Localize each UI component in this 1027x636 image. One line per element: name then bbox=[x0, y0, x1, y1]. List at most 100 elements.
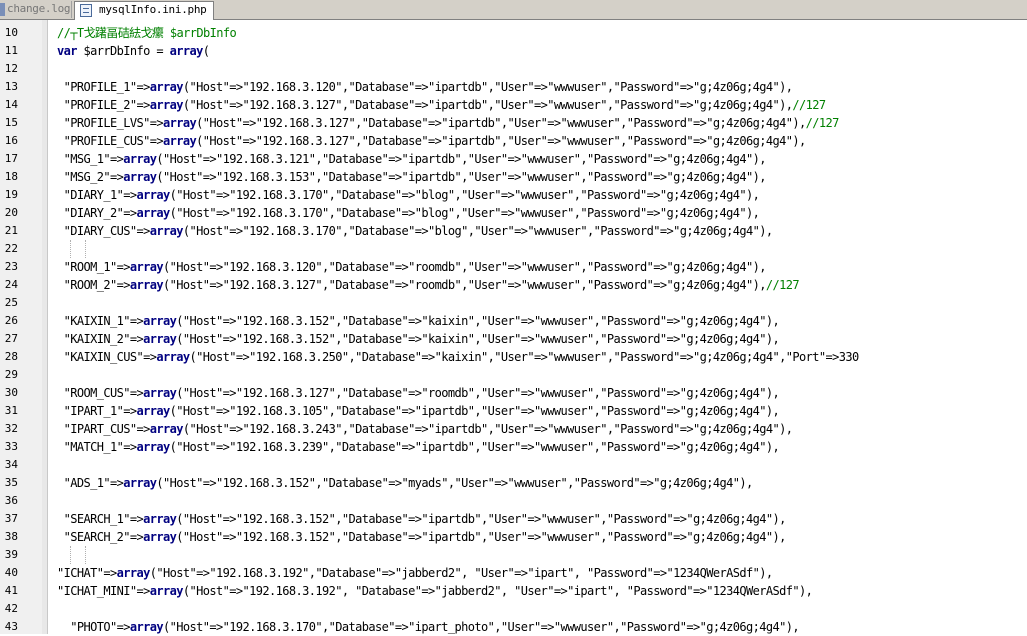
line-number: 41 bbox=[4, 584, 18, 597]
code-line[interactable]: 30 "ROOM_CUS"=>array("Host"=>"192.168.3.… bbox=[0, 384, 1027, 402]
line-number: 29 bbox=[4, 368, 18, 381]
code-editor[interactable]: 10 //┬T戈躇畐硈紶戈癳 $arrDbInfo 11 var $arrDbInfo… bbox=[0, 24, 1027, 636]
tab-mysqlinfo-ini-php[interactable]: mysqlInfo.ini.php bbox=[74, 1, 214, 20]
code-line[interactable]: 38 "SEARCH_2"=>array("Host"=>"192.168.3.… bbox=[0, 528, 1027, 546]
line-number: 22 bbox=[4, 242, 18, 255]
code-text: "ROOM_2"=>array("Host"=>"192.168.3.127",… bbox=[57, 278, 800, 292]
code-text: "PROFILE_LVS"=>array("Host"=>"192.168.3.… bbox=[57, 116, 840, 130]
line-number: 30 bbox=[4, 386, 18, 399]
line-number: 20 bbox=[4, 206, 18, 219]
code-text: "PROFILE_2"=>array("Host"=>"192.168.3.12… bbox=[57, 98, 826, 112]
code-line[interactable]: 39 bbox=[0, 546, 1027, 564]
code-line[interactable]: 27 "KAIXIN_2"=>array("Host"=>"192.168.3.… bbox=[0, 330, 1027, 348]
code-line[interactable]: 21 "DIARY_CUS"=>array("Host"=>"192.168.3… bbox=[0, 222, 1027, 240]
code-line[interactable]: 37 "SEARCH_1"=>array("Host"=>"192.168.3.… bbox=[0, 510, 1027, 528]
line-number: 33 bbox=[4, 440, 18, 453]
line-number: 17 bbox=[4, 152, 18, 165]
code-line[interactable]: 43 "PHOTO"=>array("Host"=>"192.168.3.170… bbox=[0, 618, 1027, 636]
code-line[interactable]: 32 "IPART_CUS"=>array("Host"=>"192.168.3… bbox=[0, 420, 1027, 438]
line-number: 37 bbox=[4, 512, 18, 525]
line-number: 42 bbox=[4, 602, 18, 615]
code-text: "ADS_1"=>array("Host"=>"192.168.3.152","… bbox=[57, 476, 754, 490]
line-number: 11 bbox=[4, 44, 18, 57]
tab-bar: change.log mysqlInfo.ini.php bbox=[0, 0, 1027, 20]
line-number: 27 bbox=[4, 332, 18, 345]
code-text: "MSG_1"=>array("Host"=>"192.168.3.121","… bbox=[57, 152, 767, 166]
code-text: "MATCH_1"=>array("Host"=>"192.168.3.239"… bbox=[57, 440, 780, 454]
code-text: "SEARCH_2"=>array("Host"=>"192.168.3.152… bbox=[57, 530, 787, 544]
line-number: 35 bbox=[4, 476, 18, 489]
line-number: 23 bbox=[4, 260, 18, 273]
code-line[interactable]: 20 "DIARY_2"=>array("Host"=>"192.168.3.1… bbox=[0, 204, 1027, 222]
code-line[interactable]: 18 "MSG_2"=>array("Host"=>"192.168.3.153… bbox=[0, 168, 1027, 186]
code-text: //┬T戈躇畐硈紶戈癳 $arrDbInfo bbox=[57, 26, 237, 40]
line-number: 12 bbox=[4, 62, 18, 75]
code-text: "ROOM_CUS"=>array("Host"=>"192.168.3.127… bbox=[57, 386, 780, 400]
code-line[interactable]: 14 "PROFILE_2"=>array("Host"=>"192.168.3… bbox=[0, 96, 1027, 114]
code-line[interactable]: 19 "DIARY_1"=>array("Host"=>"192.168.3.1… bbox=[0, 186, 1027, 204]
code-line[interactable]: 29 bbox=[0, 366, 1027, 384]
line-number: 31 bbox=[4, 404, 18, 417]
code-line[interactable]: 28 "KAIXIN_CUS"=>array("Host"=>"192.168.… bbox=[0, 348, 1027, 366]
code-line[interactable]: 25 bbox=[0, 294, 1027, 312]
code-line[interactable]: 41 "ICHAT_MINI"=>array("Host"=>"192.168.3… bbox=[0, 582, 1027, 600]
code-text: "SEARCH_1"=>array("Host"=>"192.168.3.152… bbox=[57, 512, 787, 526]
line-number: 39 bbox=[4, 548, 18, 561]
line-number: 16 bbox=[4, 134, 18, 147]
code-line[interactable]: 11 var $arrDbInfo = array( bbox=[0, 42, 1027, 60]
code-text: "PROFILE_CUS"=>array("Host"=>"192.168.3.… bbox=[57, 134, 807, 148]
line-number: 26 bbox=[4, 314, 18, 327]
line-number: 19 bbox=[4, 188, 18, 201]
tab-label: mysqlInfo.ini.php bbox=[99, 3, 207, 16]
code-line[interactable]: 10 //┬T戈躇畐硈紶戈癳 $arrDbInfo bbox=[0, 24, 1027, 42]
code-line[interactable]: 17 "MSG_1"=>array("Host"=>"192.168.3.121… bbox=[0, 150, 1027, 168]
code-line[interactable]: 24 "ROOM_2"=>array("Host"=>"192.168.3.12… bbox=[0, 276, 1027, 294]
code-line[interactable]: 31 "IPART_1"=>array("Host"=>"192.168.3.1… bbox=[0, 402, 1027, 420]
code-line[interactable]: 35 "ADS_1"=>array("Host"=>"192.168.3.152… bbox=[0, 474, 1027, 492]
code-line[interactable]: 16 "PROFILE_CUS"=>array("Host"=>"192.168… bbox=[0, 132, 1027, 150]
line-number: 15 bbox=[4, 116, 18, 129]
code-text: "PHOTO"=>array("Host"=>"192.168.3.170","… bbox=[57, 620, 799, 634]
code-text: var $arrDbInfo = array( bbox=[57, 44, 210, 58]
code-line[interactable]: 33 "MATCH_1"=>array("Host"=>"192.168.3.2… bbox=[0, 438, 1027, 456]
code-line[interactable]: 26 "KAIXIN_1"=>array("Host"=>"192.168.3.… bbox=[0, 312, 1027, 330]
code-text: "DIARY_1"=>array("Host"=>"192.168.3.170"… bbox=[57, 188, 760, 202]
code-line[interactable]: 36 bbox=[0, 492, 1027, 510]
code-text: "KAIXIN_1"=>array("Host"=>"192.168.3.152… bbox=[57, 314, 780, 328]
line-number: 13 bbox=[4, 80, 18, 93]
line-number: 40 bbox=[4, 566, 18, 579]
code-line[interactable]: 34 bbox=[0, 456, 1027, 474]
code-text: "ICHAT_MINI"=>array("Host"=>"192.168.3.1… bbox=[57, 584, 813, 598]
indent-guide bbox=[85, 240, 87, 258]
code-text: "IPART_1"=>array("Host"=>"192.168.3.105"… bbox=[57, 404, 780, 418]
line-number: 10 bbox=[4, 26, 18, 39]
indent-guide bbox=[70, 546, 72, 564]
code-text: "DIARY_2"=>array("Host"=>"192.168.3.170"… bbox=[57, 206, 760, 220]
line-number: 21 bbox=[4, 224, 18, 237]
line-number: 34 bbox=[4, 458, 18, 471]
code-line[interactable]: 13 "PROFILE_1"=>array("Host"=>"192.168.3… bbox=[0, 78, 1027, 96]
code-line[interactable]: 42 bbox=[0, 600, 1027, 618]
code-text: "DIARY_CUS"=>array("Host"=>"192.168.3.17… bbox=[57, 224, 773, 238]
code-text: "ROOM_1"=>array("Host"=>"192.168.3.120",… bbox=[57, 260, 767, 274]
tab-change-log[interactable]: change.log bbox=[0, 1, 72, 18]
code-text: "KAIXIN_CUS"=>array("Host"=>"192.168.3.2… bbox=[57, 350, 860, 364]
code-text: "KAIXIN_2"=>array("Host"=>"192.168.3.152… bbox=[57, 332, 780, 346]
code-line[interactable]: 22 bbox=[0, 240, 1027, 258]
document-icon bbox=[80, 4, 92, 17]
code-line[interactable]: 15 "PROFILE_LVS"=>array("Host"=>"192.168… bbox=[0, 114, 1027, 132]
code-text: "IPART_CUS"=>array("Host"=>"192.168.3.24… bbox=[57, 422, 793, 436]
indent-guide bbox=[85, 546, 87, 564]
line-number: 25 bbox=[4, 296, 18, 309]
indent-guide bbox=[70, 240, 72, 258]
tab-label: change.log bbox=[7, 2, 71, 15]
line-number: 38 bbox=[4, 530, 18, 543]
line-number: 32 bbox=[4, 422, 18, 435]
code-line[interactable]: 23 "ROOM_1"=>array("Host"=>"192.168.3.12… bbox=[0, 258, 1027, 276]
line-number: 28 bbox=[4, 350, 18, 363]
line-number: 36 bbox=[4, 494, 18, 507]
code-text: "MSG_2"=>array("Host"=>"192.168.3.153","… bbox=[57, 170, 767, 184]
code-line[interactable]: 40 "ICHAT"=>array("Host"=>"192.168.3.192"… bbox=[0, 564, 1027, 582]
code-line[interactable]: 12 bbox=[0, 60, 1027, 78]
file-icon bbox=[0, 3, 5, 16]
